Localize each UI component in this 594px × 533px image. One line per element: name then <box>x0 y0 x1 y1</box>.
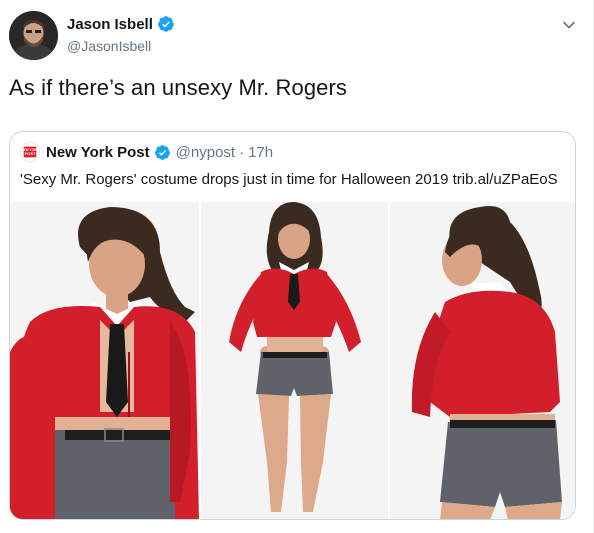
quoted-timestamp[interactable]: 17h <box>248 144 273 161</box>
photo-1[interactable] <box>10 202 199 519</box>
tweet-text: As if there’s an unsexy Mr. Rogers <box>9 75 348 100</box>
author-avatar[interactable] <box>9 11 58 60</box>
costume-back-view-photo <box>390 202 575 519</box>
separator-dot: · <box>239 143 245 161</box>
verified-badge-icon <box>157 16 174 32</box>
photo-grid <box>10 202 575 519</box>
svg-text:POST: POST <box>25 151 36 156</box>
author-handle[interactable]: @JasonIsbell <box>67 38 151 54</box>
photo-2[interactable] <box>201 202 388 519</box>
photo-3[interactable] <box>390 202 575 519</box>
author-display-name[interactable]: Jason Isbell <box>67 16 153 33</box>
tweet[interactable]: Jason Isbell @JasonIsbell As if there’s … <box>0 0 594 533</box>
costume-full-body-photo <box>201 202 388 519</box>
quoted-display-name[interactable]: New York Post <box>46 144 150 161</box>
costume-front-closeup-photo <box>10 202 199 519</box>
quoted-tweet-card[interactable]: NEW YORK POST New York Post @nypost · 17… <box>9 131 576 520</box>
chevron-down-icon[interactable] <box>561 17 577 33</box>
quoted-tweet-text: 'Sexy Mr. Rogers' costume drops just in … <box>20 171 558 188</box>
nypost-logo: NEW YORK POST <box>20 142 40 162</box>
verified-badge-icon <box>154 144 170 160</box>
avatar-photo <box>9 11 58 60</box>
quoted-handle[interactable]: @nypost <box>176 144 235 161</box>
